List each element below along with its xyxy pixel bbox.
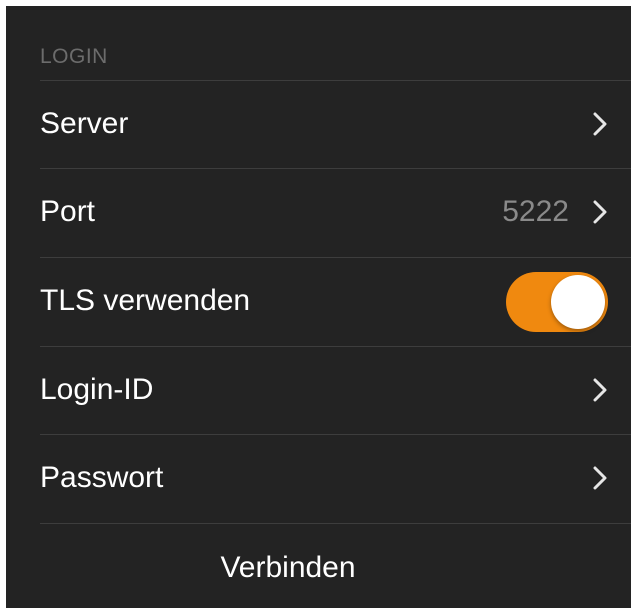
password-label: Passwort [40, 461, 164, 494]
chevron-right-icon [593, 466, 607, 490]
toggle-knob [551, 275, 605, 329]
port-label: Port [40, 195, 96, 228]
chevron-right-icon [593, 112, 607, 136]
chevron-right-icon [593, 200, 607, 224]
server-label: Server [40, 107, 129, 140]
server-row[interactable]: Server [6, 80, 631, 168]
chevron-right-icon [593, 378, 607, 402]
password-row[interactable]: Passwort [6, 434, 631, 522]
tls-row: TLS verwenden [6, 257, 631, 345]
section-header-login: LOGIN [40, 45, 108, 68]
port-value: 5222 [502, 195, 569, 228]
login-settings-screen: LOGIN Server Port 5222 TLS verwenden Log… [6, 6, 631, 608]
connect-button[interactable]: Verbinden [6, 524, 570, 608]
login-id-label: Login-ID [40, 373, 154, 406]
port-row[interactable]: Port 5222 [6, 168, 631, 256]
login-id-row[interactable]: Login-ID [6, 346, 631, 434]
tls-label: TLS verwenden [40, 284, 251, 317]
tls-toggle[interactable] [506, 272, 608, 332]
